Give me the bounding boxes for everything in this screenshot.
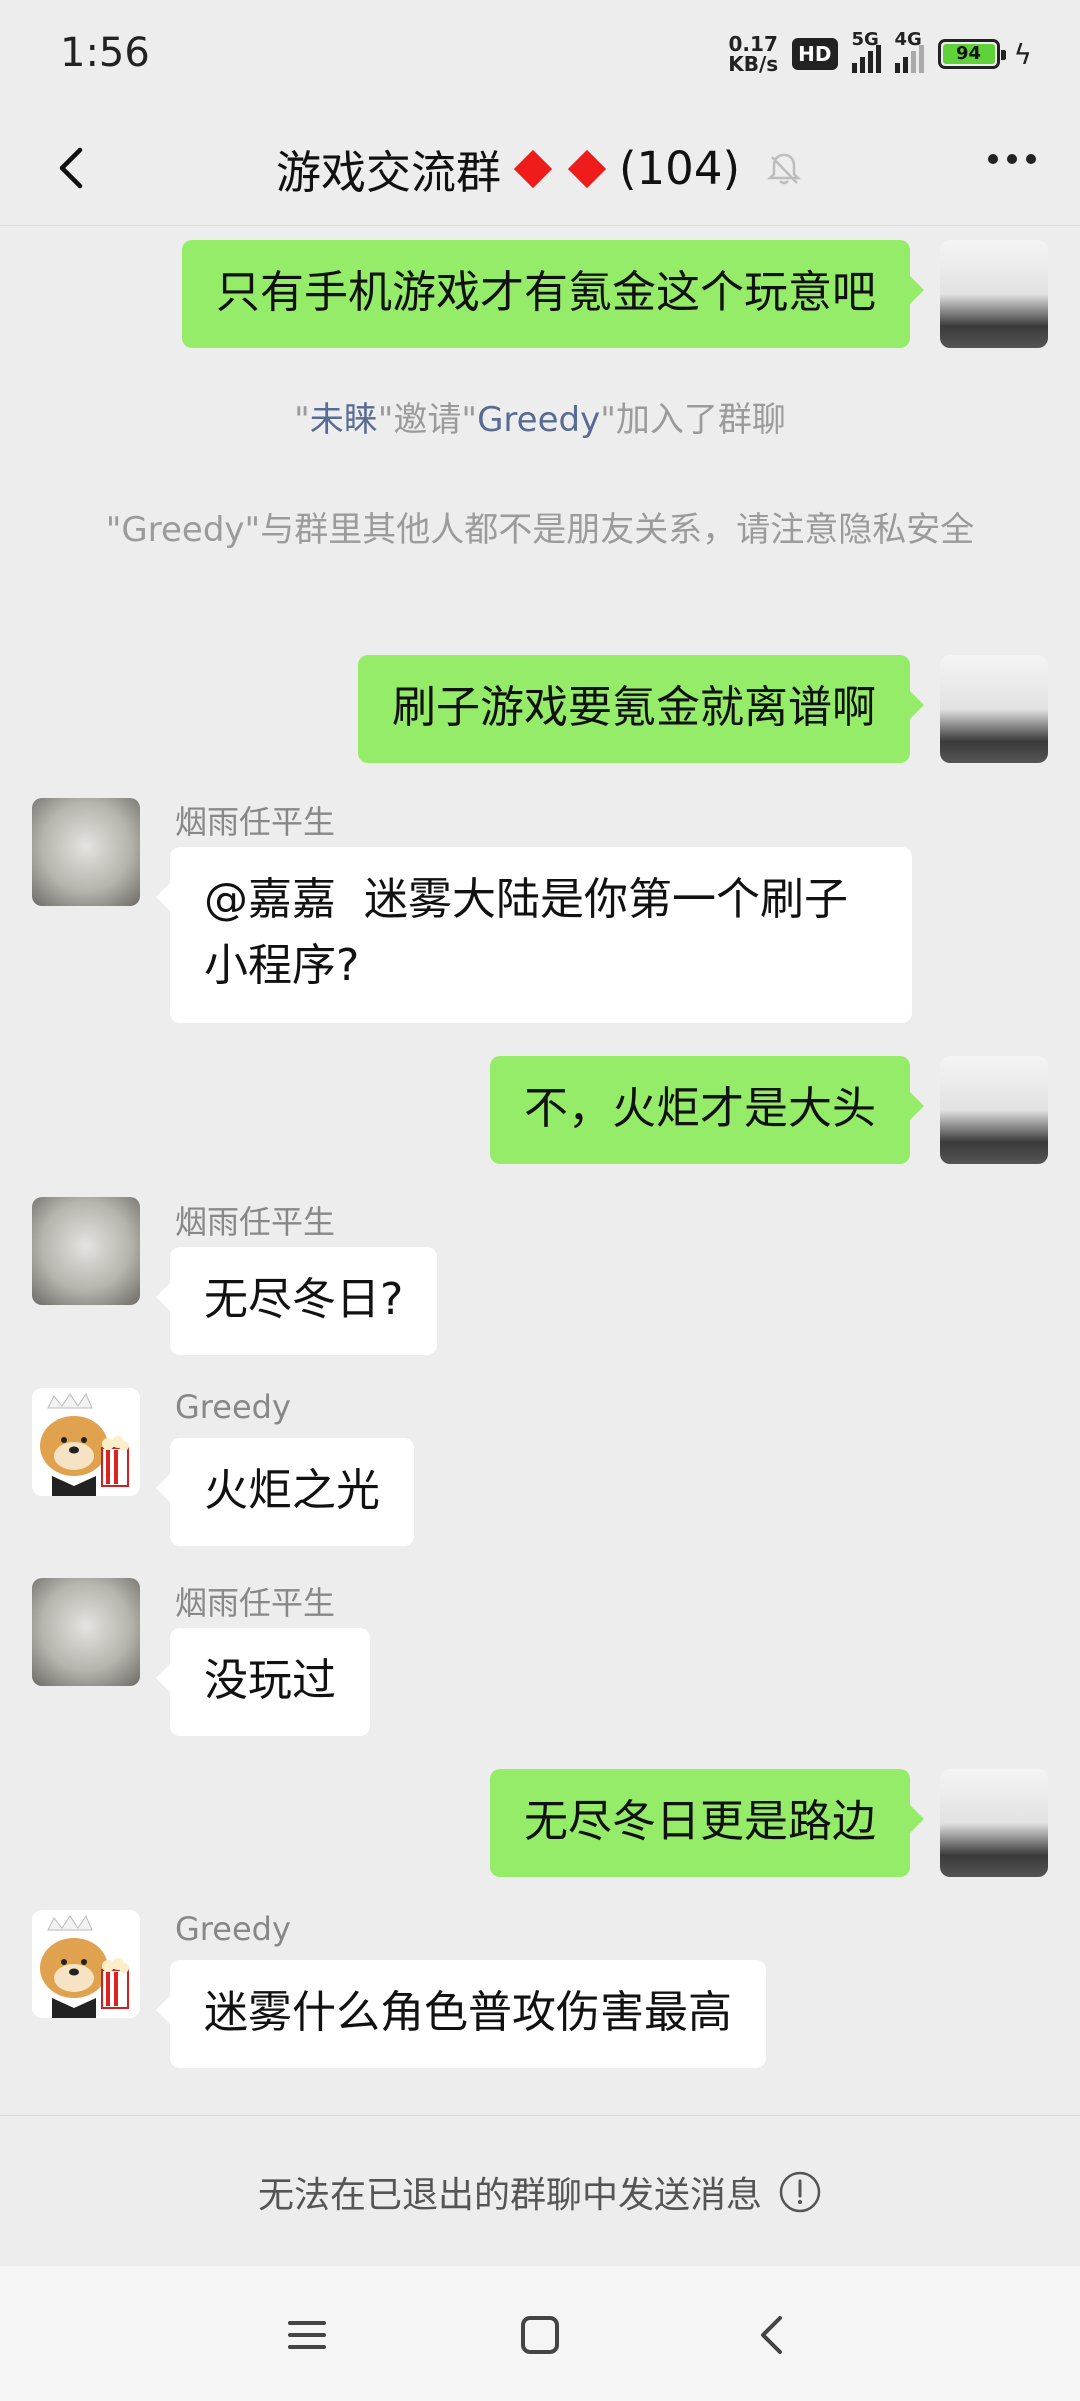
- sender-name: 烟雨任平生: [175, 1203, 336, 1241]
- red-diamond-icon: [513, 149, 553, 188]
- battery-level: 94: [955, 43, 982, 64]
- signal-5g-label: 5G: [851, 29, 879, 50]
- sys-text: "加入了群聊: [600, 400, 786, 440]
- network-speed-unit: KB/s: [728, 52, 779, 76]
- header-divider: [0, 225, 1080, 226]
- outgoing-message[interactable]: 不，火炬才是大头: [490, 1056, 924, 1164]
- left-group-notice-text: 无法在已退出的群聊中发送消息: [257, 2175, 762, 2216]
- info-circle-icon[interactable]: [778, 2170, 822, 2214]
- chat-title: 游戏交流群 (104): [0, 136, 1080, 201]
- status-icons: 0.17 KB/s HD 5G 4G 94 ϟ: [728, 29, 1032, 74]
- member-count: (104): [619, 142, 741, 195]
- incoming-message[interactable]: 无尽冬日?: [155, 1247, 438, 1355]
- sender-name: Greedy: [175, 1388, 291, 1426]
- left-group-notice: 无法在已退出的群聊中发送消息: [0, 2166, 1080, 2218]
- self-avatar[interactable]: [940, 1056, 1048, 1164]
- back-triangle-icon[interactable]: [748, 2310, 798, 2360]
- self-avatar[interactable]: [940, 655, 1048, 763]
- incoming-message[interactable]: 迷雾什么角色普攻伤害最高: [156, 1960, 766, 2068]
- member-avatar-yanyu[interactable]: [32, 798, 140, 906]
- charging-icon: ϟ: [1013, 37, 1032, 71]
- chat-footer: 无法在已退出的群聊中发送消息: [0, 2115, 1080, 2266]
- network-speed-value: 0.17: [728, 32, 778, 56]
- member-avatar-greedy[interactable]: [32, 1910, 140, 2018]
- home-square-icon[interactable]: [515, 2310, 565, 2360]
- sender-name: Greedy: [175, 1910, 291, 1948]
- chat-header: 游戏交流群 (104): [0, 110, 1080, 225]
- incoming-message[interactable]: @嘉嘉 迷雾大陆是你第一个刷子小程序?: [156, 847, 912, 1023]
- outgoing-message[interactable]: 刷子游戏要氪金就离谱啊: [358, 655, 924, 763]
- sys-text: "邀请": [377, 400, 478, 440]
- signal-5g-icon: 5G: [851, 29, 881, 73]
- hd-icon: HD: [792, 38, 838, 70]
- shiba-dog-icon: [40, 1392, 129, 1496]
- inviter-link[interactable]: 未睐: [310, 400, 378, 440]
- outgoing-message[interactable]: 无尽冬日更是路边: [490, 1769, 924, 1877]
- incoming-message[interactable]: 没玩过: [156, 1628, 370, 1736]
- battery-icon: 94: [937, 39, 1006, 69]
- status-time: 1:56: [60, 30, 150, 76]
- system-nav-bar: [0, 2266, 1080, 2401]
- self-avatar[interactable]: [940, 1769, 1048, 1877]
- member-avatar-yanyu[interactable]: [32, 1578, 140, 1686]
- sender-name: 烟雨任平生: [175, 1584, 336, 1622]
- red-diamond-icon: [567, 149, 607, 188]
- network-speed: 0.17 KB/s: [728, 34, 778, 74]
- shiba-dog-icon: [40, 1914, 129, 2018]
- chat-title-name: 游戏交流群: [275, 146, 501, 199]
- incoming-message[interactable]: 火炬之光: [156, 1438, 414, 1546]
- system-message-invite: "未睐"邀请"Greedy"加入了群聊: [80, 393, 1000, 447]
- status-bar: 1:56 0.17 KB/s HD 5G 4G 94 ϟ: [0, 0, 1080, 110]
- sender-name: 烟雨任平生: [175, 803, 336, 841]
- more-dots-icon[interactable]: [988, 154, 1036, 164]
- member-avatar-greedy[interactable]: [32, 1388, 140, 1496]
- menu-icon[interactable]: [282, 2310, 332, 2360]
- outgoing-message[interactable]: 只有手机游戏才有氪金这个玩意吧: [182, 240, 924, 348]
- signal-4g-label: 4G: [894, 29, 922, 50]
- member-avatar-yanyu[interactable]: [32, 1197, 140, 1305]
- sys-quote: ": [294, 400, 310, 440]
- invitee-link[interactable]: Greedy: [477, 400, 600, 440]
- signal-4g-icon: 4G: [894, 29, 924, 73]
- system-message-privacy: "Greedy"与群里其他人都不是朋友关系，请注意隐私安全: [105, 510, 975, 550]
- bell-off-icon: [766, 153, 802, 184]
- self-avatar[interactable]: [940, 240, 1048, 348]
